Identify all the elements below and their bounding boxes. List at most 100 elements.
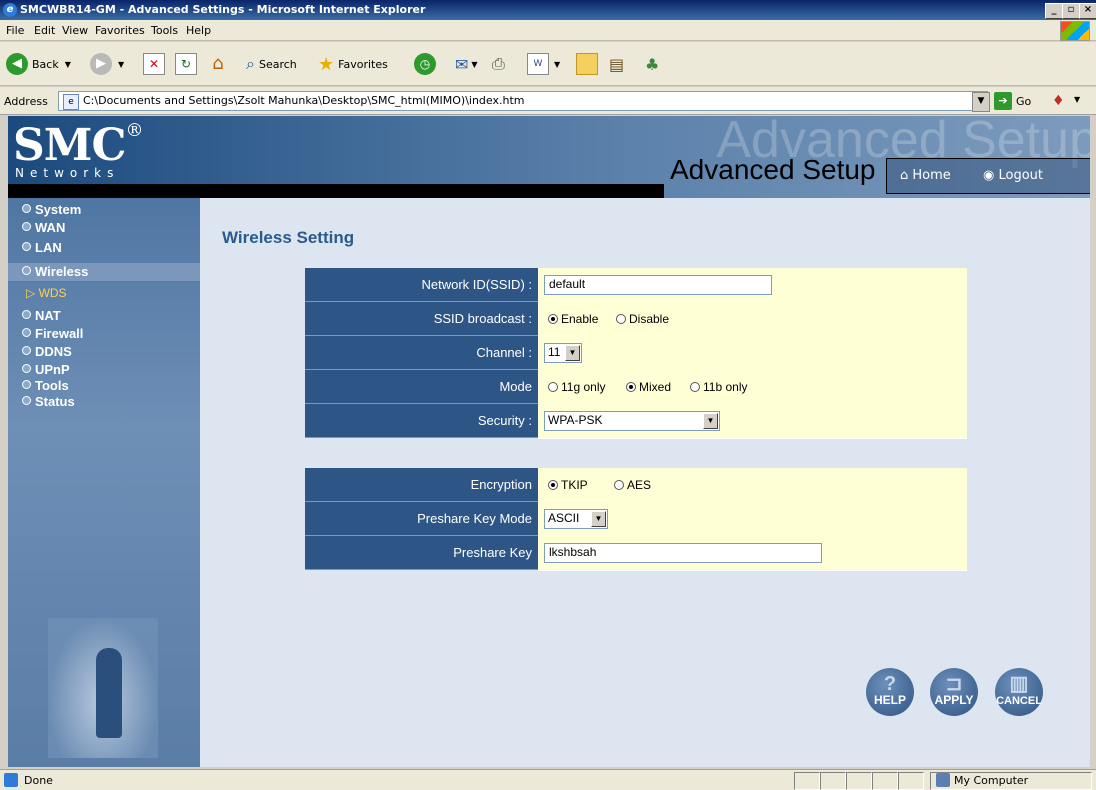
back-button[interactable]: ◀ Back ▼	[6, 51, 71, 77]
cancel-button[interactable]: ▥ CANCEL	[995, 668, 1043, 716]
close-button[interactable]: ×	[1079, 3, 1096, 19]
bullet-icon	[22, 346, 31, 355]
psk-mode-select[interactable]: ASCII ▼	[544, 509, 608, 529]
home-link[interactable]: ⌂ Home	[900, 168, 951, 183]
menu-favorites[interactable]: Favorites	[95, 24, 145, 37]
sidebar-item-firewall[interactable]: Firewall	[22, 326, 83, 341]
radio-label: AES	[627, 478, 652, 492]
encryption-aes-radio[interactable]: AES	[614, 478, 651, 492]
title-bar: e SMCWBR14-GM - Advanced Settings - Micr…	[0, 0, 1096, 20]
dropdown-arrow-icon: ▼	[565, 345, 580, 361]
channel-select[interactable]: 11 ▼	[544, 343, 582, 363]
page-title: Wireless Setting	[222, 228, 355, 247]
smc-logo: SMC®	[13, 120, 144, 171]
sidebar-item-lan[interactable]: LAN	[22, 240, 62, 255]
sidebar-item-label: System	[35, 202, 82, 217]
sidebar-item-status[interactable]: Status	[22, 394, 75, 409]
address-url: C:\Documents and Settings\Zsolt Mahunka\…	[83, 94, 525, 107]
maximize-button[interactable]: ▫	[1062, 3, 1080, 19]
psk-input[interactable]: lkshbsah	[544, 543, 822, 563]
status-cell	[820, 772, 846, 790]
home-icon: ⌂	[900, 168, 909, 183]
sidebar-subitem-label: WDS	[38, 286, 67, 300]
links-icon[interactable]: ♦	[1052, 93, 1065, 109]
sidebar-item-nat[interactable]: NAT	[22, 308, 61, 323]
stop-icon: ✕	[143, 53, 165, 75]
logout-icon: ◉	[983, 168, 995, 183]
security-select[interactable]: WPA-PSK ▼	[544, 411, 720, 431]
dropdown-arrow-icon: ▼	[703, 413, 718, 429]
question-icon: ?	[883, 673, 897, 695]
sidebar-item-label: Tools	[35, 378, 69, 393]
broadcast-disable-radio[interactable]: Disable	[616, 312, 669, 326]
ssid-cell: default	[538, 268, 967, 303]
stop-button[interactable]: ✕	[143, 51, 165, 77]
menu-file[interactable]: File	[6, 24, 24, 37]
page-icon: e	[63, 94, 79, 110]
help-label: HELP	[873, 693, 906, 707]
mode-11g-radio[interactable]: 11g only	[548, 380, 605, 394]
radio-selected-icon	[548, 480, 558, 490]
favorites-button[interactable]: ★ Favorites	[318, 51, 388, 77]
print-button[interactable]: ⎙	[492, 51, 505, 77]
security-label: Security :	[305, 404, 538, 438]
chevron-down-icon[interactable]: ▼	[1074, 95, 1080, 104]
sidebar-item-system[interactable]: System	[22, 202, 81, 217]
menu-edit[interactable]: Edit	[34, 24, 55, 37]
chevron-down-icon: ▼	[554, 59, 561, 69]
mode-11b-radio[interactable]: 11b only	[690, 380, 747, 394]
back-label: Back	[32, 57, 59, 71]
go-button[interactable]: ➔ Go	[994, 91, 1031, 111]
radio-label: TKIP	[561, 478, 588, 492]
messenger-button[interactable]: ♣	[645, 51, 659, 77]
ie-icon: e	[3, 3, 17, 17]
sidebar-item-label: WAN	[35, 220, 66, 235]
menu-bar: File Edit View Favorites Tools Help	[0, 20, 1096, 41]
apply-button[interactable]: ⊐ APPLY	[930, 668, 978, 716]
apply-icon: ⊐	[945, 673, 963, 695]
psk-cell: lkshbsah	[538, 536, 967, 571]
favorites-label: Favorites	[338, 57, 388, 71]
refresh-button[interactable]: ↻	[175, 51, 197, 77]
sidebar-item-ddns[interactable]: DDNS	[22, 344, 72, 359]
research-button[interactable]: ▤	[609, 51, 624, 77]
sidebar-item-wireless[interactable]: Wireless	[22, 264, 88, 279]
ssid-input[interactable]: default	[544, 275, 772, 295]
broadcast-enable-radio[interactable]: Enable	[548, 312, 598, 326]
encryption-tkip-radio[interactable]: TKIP	[548, 478, 588, 492]
logo-registered-mark: ®	[125, 120, 144, 141]
mail-button[interactable]: ✉ ▼	[455, 51, 478, 77]
page-header: Advanced Setup SMC® Networks Advanced Se…	[8, 116, 1090, 198]
minimize-button[interactable]: _	[1045, 3, 1063, 19]
address-input[interactable]: e C:\Documents and Settings\Zsolt Mahunk…	[58, 91, 988, 111]
bullet-icon	[22, 396, 31, 405]
sidebar-item-label: Firewall	[35, 326, 84, 341]
help-button[interactable]: ? HELP	[866, 668, 914, 716]
sidebar-item-label: DDNS	[35, 344, 72, 359]
mode-mixed-radio[interactable]: Mixed	[626, 380, 671, 394]
sidebar-item-tools[interactable]: Tools	[22, 378, 69, 393]
menu-tools[interactable]: Tools	[151, 24, 178, 37]
bullet-icon	[22, 328, 31, 337]
edit-button[interactable]: W ▼	[527, 51, 560, 77]
search-label: Search	[258, 57, 297, 71]
address-dropdown-button[interactable]: ▼	[972, 92, 990, 112]
radio-unselected-icon	[690, 382, 700, 392]
radio-label: 11b only	[703, 380, 748, 394]
logout-link[interactable]: ◉ Logout	[983, 168, 1043, 183]
radio-unselected-icon	[616, 314, 626, 324]
forward-arrow-icon: ▶	[90, 53, 112, 75]
bullet-icon	[22, 204, 31, 213]
sidebar-item-wan[interactable]: WAN	[22, 220, 65, 235]
logo-networks-text: Networks	[15, 166, 120, 180]
home-button[interactable]: ⌂	[207, 51, 229, 77]
search-button[interactable]: ⌕ Search	[246, 51, 297, 77]
menu-help[interactable]: Help	[186, 24, 211, 37]
menu-view[interactable]: View	[62, 24, 88, 37]
sidebar-subitem-wds[interactable]: ▷ WDS	[26, 286, 67, 300]
sidebar-item-upnp[interactable]: UPnP	[22, 362, 70, 377]
ssid-label: Network ID(SSID) :	[305, 268, 538, 302]
forward-button[interactable]: ▶ ▼	[90, 51, 124, 77]
history-button[interactable]: ◷	[414, 51, 436, 77]
folder-button[interactable]	[576, 51, 598, 77]
